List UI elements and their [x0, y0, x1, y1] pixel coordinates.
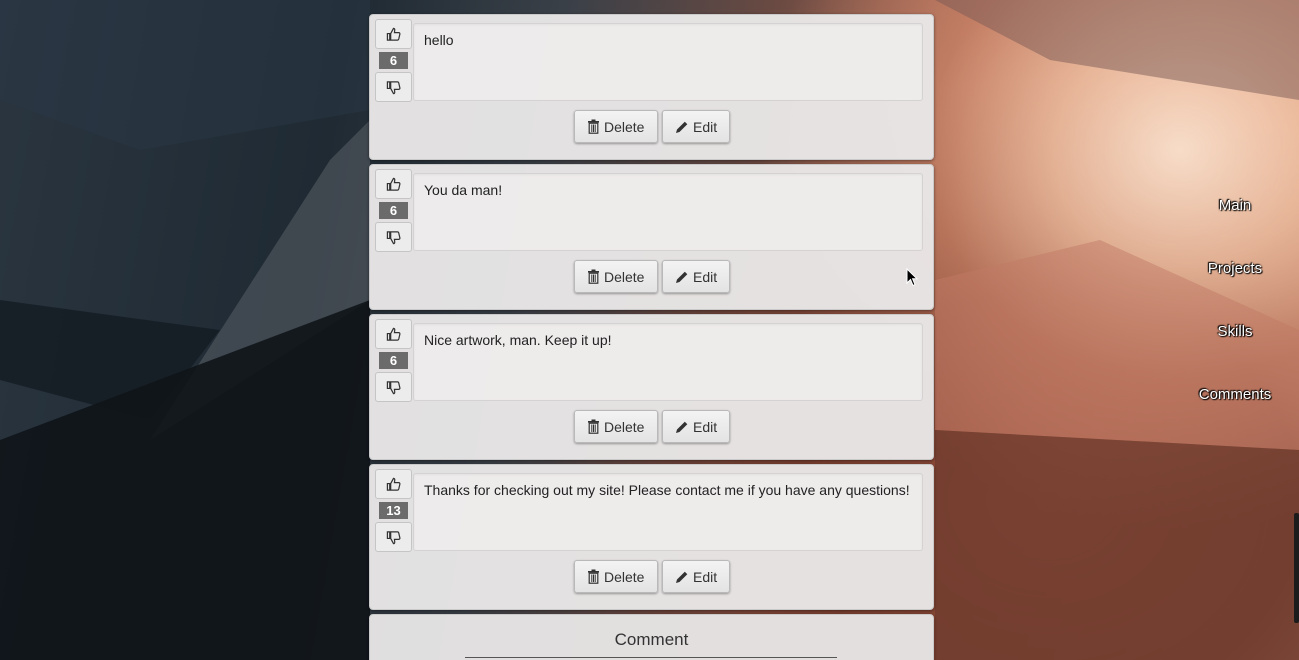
comment-card: 6 Nice artwork, man. Keep it up! Delete … — [369, 314, 934, 460]
nav-comments[interactable]: Comments — [1170, 386, 1299, 403]
pencil-icon — [675, 120, 689, 134]
comment-heading[interactable]: Comment — [370, 630, 933, 650]
delete-label: Delete — [604, 568, 645, 585]
downvote-button[interactable] — [375, 222, 412, 252]
thumbs-down-icon — [386, 230, 401, 244]
downvote-button[interactable] — [375, 372, 412, 402]
comment-text: You da man! — [413, 173, 923, 251]
delete-button[interactable]: Delete — [574, 560, 658, 593]
upvote-button[interactable] — [375, 469, 412, 499]
comment-text: Nice artwork, man. Keep it up! — [413, 323, 923, 401]
pencil-icon — [675, 420, 689, 434]
thumbs-up-icon — [386, 27, 401, 41]
vote-controls: 6 — [375, 169, 414, 252]
comment-divider — [465, 657, 837, 658]
upvote-button[interactable] — [375, 169, 412, 199]
edit-label: Edit — [693, 118, 718, 135]
downvote-button[interactable] — [375, 522, 412, 552]
delete-label: Delete — [604, 118, 645, 135]
trash-icon — [587, 119, 600, 134]
vote-count: 13 — [379, 502, 408, 519]
thumbs-down-icon — [386, 530, 401, 544]
thumbs-up-icon — [386, 177, 401, 191]
trash-icon — [587, 419, 600, 434]
edit-label: Edit — [693, 268, 718, 285]
thumbs-down-icon — [386, 80, 401, 94]
comment-form: Comment — [369, 614, 934, 660]
edit-label: Edit — [693, 418, 718, 435]
vote-count: 6 — [379, 52, 408, 69]
delete-button[interactable]: Delete — [574, 410, 658, 443]
downvote-button[interactable] — [375, 72, 412, 102]
edit-button[interactable]: Edit — [662, 560, 730, 593]
vote-count: 6 — [379, 352, 408, 369]
comment-text: Thanks for checking out my site! Please … — [413, 473, 923, 551]
delete-button[interactable]: Delete — [574, 260, 658, 293]
delete-button[interactable]: Delete — [574, 110, 658, 143]
pencil-icon — [675, 570, 689, 584]
comment-card: 6 hello Delete Edit — [369, 14, 934, 160]
comment-card: 6 You da man! Delete Edit — [369, 164, 934, 310]
vote-controls: 6 — [375, 319, 414, 402]
thumbs-down-icon — [386, 380, 401, 394]
comment-text: hello — [413, 23, 923, 101]
edit-label: Edit — [693, 568, 718, 585]
scrollbar-thumb[interactable] — [1294, 513, 1299, 623]
comment-card: 13 Thanks for checking out my site! Plea… — [369, 464, 934, 610]
edit-button[interactable]: Edit — [662, 110, 730, 143]
vote-controls: 13 — [375, 469, 414, 552]
thumbs-up-icon — [386, 477, 401, 491]
upvote-button[interactable] — [375, 19, 412, 49]
nav-skills[interactable]: Skills — [1170, 323, 1299, 340]
vote-count: 6 — [379, 202, 408, 219]
pencil-icon — [675, 270, 689, 284]
thumbs-up-icon — [386, 327, 401, 341]
mouse-cursor-icon — [906, 267, 919, 292]
vote-controls: 6 — [375, 19, 414, 102]
delete-label: Delete — [604, 418, 645, 435]
edit-button[interactable]: Edit — [662, 260, 730, 293]
nav-projects[interactable]: Projects — [1170, 260, 1299, 277]
trash-icon — [587, 269, 600, 284]
trash-icon — [587, 569, 600, 584]
edit-button[interactable]: Edit — [662, 410, 730, 443]
upvote-button[interactable] — [375, 319, 412, 349]
delete-label: Delete — [604, 268, 645, 285]
nav-main[interactable]: Main — [1170, 197, 1299, 214]
